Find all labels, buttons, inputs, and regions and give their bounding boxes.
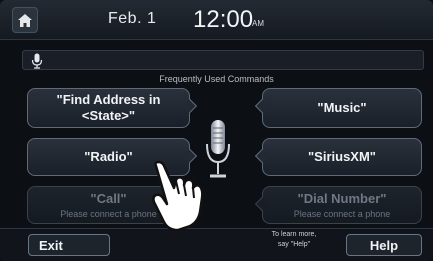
voice-command-screen: Feb. 1 12:00 AM Frequently Used Commands… xyxy=(0,0,433,261)
time-display: 12:00 xyxy=(193,6,254,33)
command-find-address[interactable]: "Find Address in <State>" xyxy=(27,88,198,128)
command-label: "Find Address in <State>" xyxy=(56,92,161,123)
command-sublabel: Please connect a phone xyxy=(60,209,157,219)
home-button[interactable] xyxy=(12,7,38,33)
home-icon xyxy=(18,13,32,27)
command-label: "Dial Number" xyxy=(297,191,387,206)
hint-line-2: say "Help" xyxy=(277,241,311,248)
pointing-hand-icon xyxy=(152,160,204,232)
command-sublabel: Please connect a phone xyxy=(293,209,391,219)
date-display: Feb. 1 xyxy=(108,10,157,27)
help-button[interactable]: Help xyxy=(346,234,422,256)
microphone-icon xyxy=(31,53,43,69)
command-dial-number[interactable]: "Dial Number" Please connect a phone xyxy=(254,186,422,224)
command-music[interactable]: "Music" xyxy=(254,88,422,128)
voice-input-bar xyxy=(22,50,424,70)
section-title: Frequently Used Commands xyxy=(159,74,274,84)
hint-line-1: To learn more, xyxy=(271,231,317,238)
command-label: "Music" xyxy=(317,100,367,115)
command-label: "Radio" xyxy=(84,149,133,164)
help-hint: To learn more, say "Help" xyxy=(256,230,332,250)
ampm-indicator: AM xyxy=(252,19,264,28)
command-siriusxm[interactable]: "SiriusXM" xyxy=(254,138,422,176)
command-label: "SiriusXM" xyxy=(308,149,376,164)
command-label: "Call" xyxy=(90,191,127,206)
exit-button[interactable]: Exit xyxy=(28,234,110,256)
status-bar: Feb. 1 12:00 AM xyxy=(0,0,433,40)
